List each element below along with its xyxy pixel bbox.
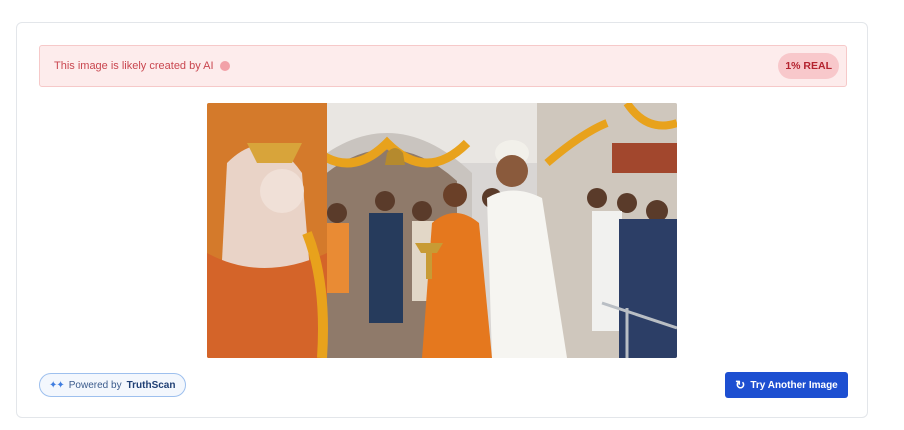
- refresh-icon: ↻: [735, 378, 746, 392]
- analyzed-image: [207, 103, 677, 358]
- result-card: This image is likely created by AI 1% RE…: [16, 22, 868, 418]
- powered-by-badge[interactable]: ✦✦ Powered by TruthScan: [39, 373, 187, 397]
- try-another-image-label: Try Another Image: [750, 379, 838, 391]
- real-score-badge: 1% REAL: [778, 53, 839, 79]
- powered-by-prefix: Powered by: [68, 379, 122, 391]
- info-dot-icon[interactable]: [219, 61, 230, 71]
- alert-message-group: This image is likely created by AI: [54, 60, 230, 72]
- powered-by-brand: TruthScan: [126, 379, 176, 391]
- try-another-image-button[interactable]: ↻ Try Another Image: [725, 372, 848, 398]
- alert-message: This image is likely created by AI: [54, 60, 214, 72]
- ai-detection-alert: This image is likely created by AI 1% RE…: [39, 45, 847, 87]
- sparkle-icon: ✦✦: [49, 379, 65, 391]
